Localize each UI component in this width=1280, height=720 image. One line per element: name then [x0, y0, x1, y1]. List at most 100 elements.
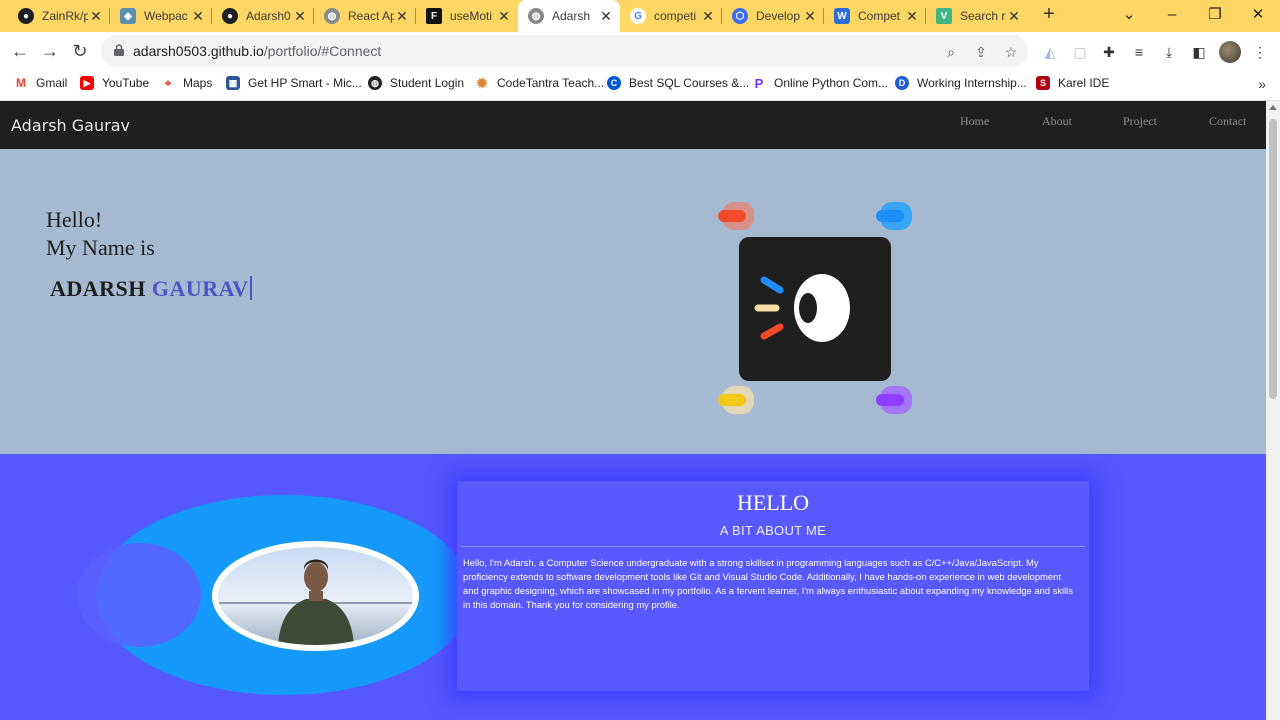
bookmark-karel-ide[interactable]: S Karel IDE: [1036, 76, 1109, 90]
close-icon[interactable]: ✕: [88, 8, 104, 25]
bookmark-label: Maps: [183, 76, 213, 90]
pill-purple: [876, 386, 912, 414]
hero-first-name: ADARSH: [50, 276, 146, 301]
new-tab-button[interactable]: +: [1038, 4, 1060, 26]
tab-search-icon[interactable]: ⌄: [1107, 4, 1151, 26]
page-viewport: Adarsh Gaurav Home About Project Contact…: [0, 101, 1266, 720]
tab-4[interactable]: ◍ React Ap ✕: [314, 4, 416, 28]
media-control-icon[interactable]: ≡: [1130, 43, 1148, 61]
bookmark-youtube[interactable]: ▶ YouTube: [80, 76, 149, 90]
nav-about[interactable]: About: [1042, 114, 1072, 129]
bookmark-label: Online Python Com...: [774, 76, 889, 90]
share-icon[interactable]: ⇪: [972, 43, 990, 61]
tab-title: Adarsh0: [246, 9, 291, 23]
tab-title: Webpac: [144, 9, 188, 23]
close-icon[interactable]: ✕: [904, 8, 920, 25]
page-scrollbar[interactable]: [1266, 101, 1280, 720]
close-icon[interactable]: ✕: [1006, 8, 1022, 25]
tab-title: Compet: [858, 9, 901, 23]
github-icon: ●: [18, 8, 34, 24]
codetantra-icon: ✹: [476, 74, 488, 91]
hero-name: ADARSH GAURAV: [50, 276, 252, 302]
extension-grey-icon[interactable]: ▢: [1071, 43, 1089, 61]
bookmark-student-login[interactable]: ◍ Student Login: [368, 76, 464, 90]
tab-3[interactable]: ● Adarsh0 ✕: [212, 4, 314, 28]
bookmark-label: Best SQL Courses &...: [629, 76, 750, 90]
microsoft-store-icon: ▦: [226, 76, 240, 90]
zoom-icon[interactable]: ⌕: [942, 43, 960, 61]
bookmark-label: Karel IDE: [1058, 76, 1110, 90]
tab-strip: ● ZainRk/p ✕ ◆ Webpac ✕ ● Adarsh0 ✕ ◍ Re…: [0, 0, 1280, 32]
bookmark-gmail[interactable]: M Gmail: [14, 76, 67, 90]
site-brand[interactable]: Adarsh Gaurav: [11, 116, 130, 135]
download-icon[interactable]: ⤓: [1160, 43, 1178, 61]
forward-button[interactable]: →: [38, 40, 62, 62]
bookmark-maps[interactable]: ⌖ Maps: [161, 76, 213, 91]
bookmark-label: Get HP Smart - Mic...: [248, 76, 362, 90]
nav-home[interactable]: Home: [960, 114, 989, 129]
tab-title: Search r: [960, 9, 1006, 23]
url-text[interactable]: adarsh0503.github.io/portfolio/#Connect: [133, 43, 381, 59]
reload-button[interactable]: ↻: [68, 40, 92, 62]
scroll-thumb[interactable]: [1269, 119, 1277, 399]
extension-vue-icon[interactable]: ◭: [1041, 43, 1059, 61]
wellfound-icon: W: [834, 8, 850, 24]
devpost-icon: ⬡: [732, 8, 748, 24]
url-path: /portfolio/#Connect: [263, 43, 382, 59]
framer-icon: F: [426, 8, 442, 24]
bookmark-online-python[interactable]: P Online Python Com...: [752, 75, 889, 91]
puzzle-icon[interactable]: ✚: [1100, 43, 1118, 61]
tab-9[interactable]: W Compet ✕: [824, 4, 926, 28]
bookmark-label: Working Internship...: [917, 76, 1027, 90]
tab-5[interactable]: F useMoti ✕: [416, 4, 518, 28]
restore-button[interactable]: ❐: [1193, 4, 1237, 26]
menu-kebab-icon[interactable]: ⋮: [1251, 43, 1269, 61]
minimize-button[interactable]: –: [1150, 4, 1194, 26]
tab-10[interactable]: V Search r ✕: [926, 4, 1028, 28]
person-figure: [218, 559, 413, 645]
tab-title: competi: [654, 9, 697, 23]
nav-project[interactable]: Project: [1123, 114, 1157, 129]
close-icon[interactable]: ✕: [700, 8, 716, 25]
google-icon: G: [630, 8, 646, 24]
bookmark-label: Gmail: [36, 76, 68, 90]
site-navbar: Adarsh Gaurav Home About Project Contact: [0, 101, 1266, 149]
side-panel-icon[interactable]: ◧: [1190, 43, 1208, 61]
tab-title: Adarsh: [552, 9, 591, 23]
bookmark-sql-courses[interactable]: C Best SQL Courses &...: [607, 76, 749, 90]
tab-8[interactable]: ⬡ Develop ✕: [722, 4, 824, 28]
tab-title: ZainRk/p: [42, 9, 88, 23]
nav-contact[interactable]: Contact: [1209, 114, 1246, 129]
gmail-icon: M: [16, 76, 26, 90]
close-icon[interactable]: ✕: [598, 8, 614, 25]
bookmarks-overflow-icon[interactable]: »: [1258, 76, 1266, 92]
about-title: HELLO: [736, 490, 810, 515]
bookmark-star-icon[interactable]: ☆: [1002, 43, 1020, 61]
profile-avatar[interactable]: [1219, 41, 1241, 63]
typing-caret: [249, 276, 252, 300]
scroll-up-arrow-icon[interactable]: [1269, 105, 1277, 110]
programiz-icon: P: [754, 75, 764, 91]
close-icon[interactable]: ✕: [190, 8, 206, 25]
bookmark-hp-smart[interactable]: ▦ Get HP Smart - Mic...: [226, 76, 362, 90]
tab-2[interactable]: ◆ Webpac ✕: [110, 4, 212, 28]
close-icon[interactable]: ✕: [496, 8, 512, 25]
profile-photo: [218, 547, 413, 645]
bookmark-codetantra[interactable]: ✹ CodeTantra Teach...: [475, 74, 604, 91]
back-button[interactable]: ←: [8, 40, 32, 62]
tab-title: Develop: [756, 9, 801, 23]
about-body: Hello, I'm Adarsh, a Computer Science un…: [463, 557, 1073, 610]
close-icon[interactable]: ✕: [394, 8, 410, 25]
globe-icon: ◍: [368, 76, 382, 90]
address-bar[interactable]: adarsh0503.github.io/portfolio/#Connect …: [101, 35, 1028, 67]
webpack-icon: ◆: [120, 8, 136, 24]
globe-icon: ◍: [528, 8, 544, 24]
tab-1[interactable]: ● ZainRk/p ✕: [8, 4, 110, 28]
close-icon[interactable]: ✕: [292, 8, 308, 25]
tab-active[interactable]: ◍ Adarsh ✕: [518, 0, 620, 32]
bookmark-internship[interactable]: D Working Internship...: [895, 76, 1027, 90]
tab-7[interactable]: G competi ✕: [620, 4, 722, 28]
hero-greeting-block: Hello! My Name is: [46, 206, 155, 262]
close-icon[interactable]: ✕: [802, 8, 818, 25]
close-window-button[interactable]: ✕: [1236, 4, 1280, 26]
